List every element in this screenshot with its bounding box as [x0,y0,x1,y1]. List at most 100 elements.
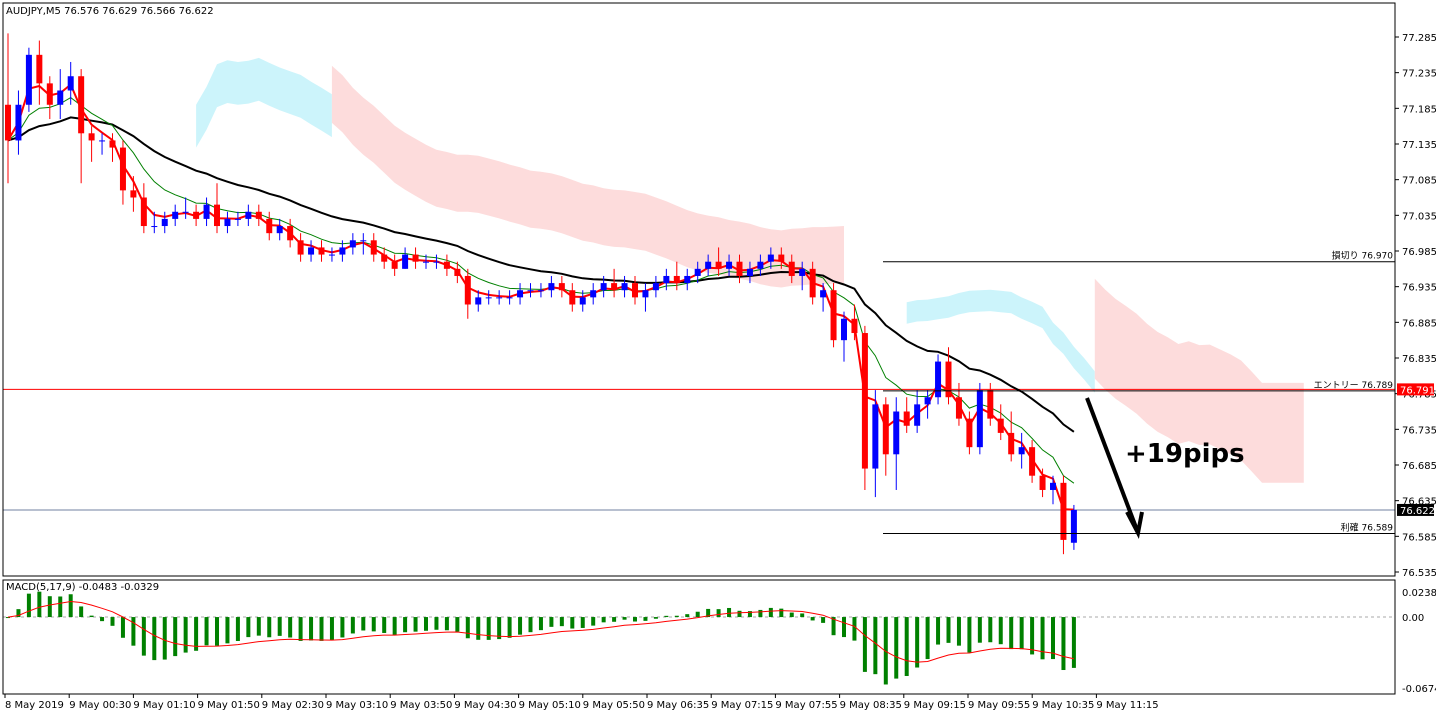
candle-body [172,211,179,219]
candle-body [1070,509,1077,543]
macd-bar [465,617,470,639]
macd-bar [559,617,564,627]
macd-bar [727,607,732,618]
macd-bar [319,617,324,641]
macd-bar [434,617,439,630]
macd-bar [79,606,84,618]
candle-body [328,254,335,256]
candle-body [57,90,64,105]
candle-body [391,261,398,269]
macd-bar [904,617,909,676]
candle-body [757,261,764,269]
time-axis: 8 May 2019 9 May 00:30 9 May 01:10 9 May 01… [4,694,1159,711]
macd-bar [26,593,31,618]
candle-body [537,290,544,292]
candle-body [485,297,492,299]
candle-body [224,218,231,227]
macd-bar [1019,617,1024,650]
macd-bar [329,617,334,641]
candle-body [412,254,419,262]
candle-body [266,218,273,234]
macd-bar [215,617,219,646]
candle-body [1029,447,1036,476]
candlesticks [5,33,1077,555]
macd-bar [235,617,240,641]
macd-bar [789,612,794,618]
macd-bar [862,617,867,672]
macd-bar [622,617,627,620]
candle-body [621,283,628,291]
macd-bar [852,617,857,641]
macd-signal-line [7,600,1075,663]
candle-body [297,240,304,255]
candle-body [151,226,158,228]
time-tick-label: 9 May 08:35 [840,700,902,711]
candle-body [245,211,252,219]
candle-body [893,411,900,455]
time-tick-label: 9 May 03:10 [326,700,388,711]
candle-body [255,211,262,219]
macd-bar [873,617,878,675]
candle-body [496,297,503,299]
candle-body [370,240,377,255]
candle-body [715,261,722,269]
time-tick-label: 9 May 09:55 [968,700,1030,711]
candle-body [788,261,795,276]
macd-bar [1040,617,1045,660]
macd-bar [120,617,125,638]
candle-body [841,318,847,341]
macd-bar [977,617,982,643]
macd-bar [444,617,449,631]
macd-bar [946,617,951,643]
macd-bar [47,596,52,618]
candle-body [642,290,649,298]
macd-bar [528,617,533,633]
candle-body [872,404,879,469]
candle-body [705,261,712,269]
macd-bar [716,609,721,618]
candle-body [548,283,555,291]
macd-bar [486,617,491,640]
candle-body [987,390,994,419]
time-tick-label: 8 May 2019 [5,700,64,711]
price-tick-label: 76.585 [1402,532,1436,543]
macd-bar [455,617,460,632]
time-tick-label: 9 May 07:55 [775,700,837,711]
time-tick-label: 9 May 04:30 [454,700,516,711]
price-tick-label: 77.035 [1402,211,1436,222]
macd-bar [936,617,941,645]
macd-bar [800,613,805,618]
macd-bar [1009,617,1014,650]
candle-body [736,261,743,276]
candle-body [935,361,942,398]
candle-body [767,254,774,262]
macd-bar [538,617,543,631]
macd-bar [643,617,648,621]
macd-bar [507,617,512,638]
candle-body [809,268,816,298]
macd-bar [967,617,972,653]
candle-body [527,290,534,292]
macd-bar [925,617,930,660]
macd-bar [403,617,408,633]
price-tag-label: 76.791 [1400,385,1435,396]
time-tick-label: 9 May 11:15 [1096,700,1158,711]
candle-body [652,283,659,291]
macd-bar [89,615,94,618]
price-tick-label: 76.735 [1402,425,1436,436]
price-axis: 77.285 77.235 77.185 77.135 77.085 77.035 76.9… [1395,33,1436,579]
macd-bar [674,615,679,618]
time-tick-label: 9 May 01:50 [198,700,260,711]
candle-body [966,418,973,448]
candle-body [161,218,168,227]
macd-bar [173,617,178,657]
candle-body [914,404,921,426]
macd-bar [37,591,42,618]
macd-bar [225,617,230,644]
candle-body [663,275,670,284]
candle-body [600,283,607,291]
candle-body [924,397,931,405]
candle-body [1008,432,1015,455]
macd-bar [1071,617,1076,668]
order-level-label: 利確 76.589 [1341,521,1394,533]
